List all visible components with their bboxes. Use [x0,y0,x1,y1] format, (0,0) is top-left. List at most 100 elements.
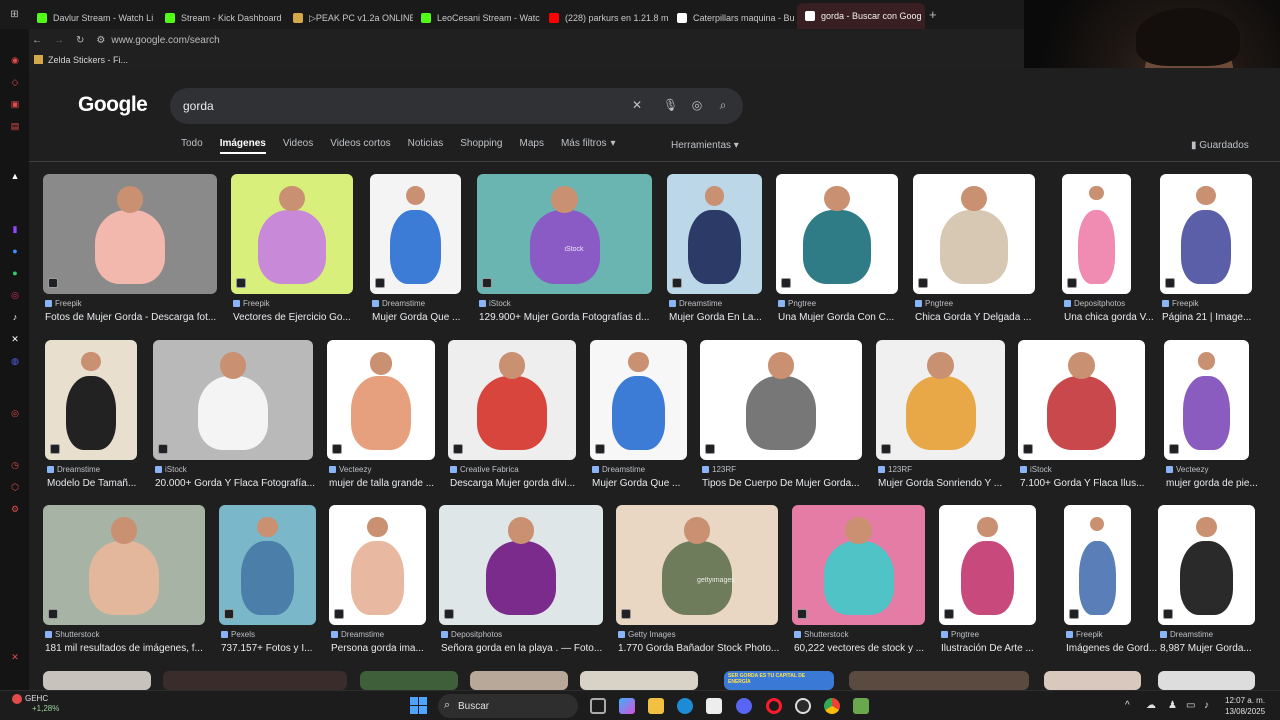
store-icon[interactable] [706,698,722,714]
result-source[interactable]: Freepik [45,299,82,308]
saved-button[interactable]: ▮ Guardados [1191,140,1249,151]
result-caption[interactable]: mujer gorda de pie... [1166,478,1280,489]
result-source[interactable]: Getty Images [618,630,676,639]
file-explorer-icon[interactable] [648,698,664,714]
sidebar-app-icon[interactable]: ◎ [9,407,21,419]
result-source[interactable]: Depositphotos [1064,299,1125,308]
sidebar-app-icon[interactable]: ✕ [9,651,21,663]
result-thumbnail[interactable] [329,505,426,625]
result-caption[interactable]: Modelo De Tamañ... [47,478,167,489]
result-source[interactable]: Creative Fabrica [450,465,519,474]
result-source[interactable]: Dreamstime [372,299,425,308]
result-source[interactable]: iStock [155,465,187,474]
new-tab-button[interactable]: + [929,7,937,22]
result-thumbnail[interactable] [776,174,898,294]
result-caption[interactable]: Una Mujer Gorda Con C... [778,312,900,323]
nav-tab[interactable]: Todo [181,138,203,154]
sidebar-app-icon[interactable]: ◇ [9,76,21,88]
x-icon[interactable]: ✕ [9,333,21,345]
result-caption[interactable]: 1.770 Gorda Bañador Stock Photo... [618,643,780,654]
result-caption[interactable]: 60,222 vectores de stock y ... [794,643,927,654]
edge-icon[interactable] [677,698,693,714]
result-caption[interactable]: Persona gorda ima... [331,643,451,654]
browser-tab[interactable]: ▷PEAK PC v1.2a ONLINE [285,7,413,29]
result-thumbnail[interactable] [700,340,862,460]
image-result[interactable] [470,671,568,690]
minecraft-icon[interactable] [853,698,869,714]
copilot-icon[interactable] [619,698,635,714]
search-icon[interactable]: ⌕ [716,98,730,112]
tray-app-icon[interactable]: ♟ [1168,700,1177,711]
nav-tab[interactable]: Videos cortos [330,138,390,154]
browser-tab[interactable]: (228) parkurs en 1.21.8 m [541,7,669,29]
result-caption[interactable]: Vectores de Ejercicio Go... [233,312,355,323]
result-thumbnail[interactable] [1018,340,1145,460]
result-source[interactable]: Shutterstock [794,630,848,639]
tray-chevron-icon[interactable]: ^ [1125,700,1130,711]
result-thumbnail[interactable] [913,174,1035,294]
result-caption[interactable]: 737.157+ Fotos y I... [221,643,341,654]
image-result[interactable] [580,671,698,690]
windows-start-icon[interactable] [410,697,428,715]
result-caption[interactable]: mujer de talla grande ... [329,478,449,489]
network-icon[interactable]: ▭ [1186,700,1195,711]
result-source[interactable]: Pngtree [941,630,979,639]
nav-tab[interactable]: Videos [283,138,313,154]
messenger-icon[interactable]: ● [9,245,21,257]
instagram-icon[interactable]: ◎ [9,289,21,301]
browser-tab[interactable]: Davlur Stream - Watch Li [29,7,157,29]
nav-tab[interactable]: Más filtros [561,138,607,154]
back-icon[interactable]: ← [32,35,42,46]
result-caption[interactable]: 20.000+ Gorda Y Flaca Fotografía... [155,478,315,489]
opera-icon[interactable] [766,698,782,714]
forward-icon[interactable]: → [54,35,64,46]
result-source[interactable]: Pngtree [778,299,816,308]
sidebar-app-icon[interactable]: ▤ [9,120,21,132]
result-caption[interactable]: 181 mil resultados de imágenes, f... [45,643,207,654]
result-thumbnail[interactable]: gettyimages [616,505,778,625]
google-logo[interactable]: Google [78,93,148,117]
result-caption[interactable]: 8,987 Mujer Gorda... [1160,643,1280,654]
sidebar-app-icon[interactable]: ◷ [9,459,21,471]
result-thumbnail[interactable] [667,174,762,294]
settings-icon[interactable]: ⚙ [9,503,21,515]
browser-tab[interactable]: LeoCesani Stream - Watc [413,7,541,29]
result-thumbnail[interactable] [43,174,217,294]
result-source[interactable]: Freepik [1162,299,1199,308]
result-source[interactable]: Vecteezy [1166,465,1208,474]
site-info-icon[interactable]: ⚙ [96,35,105,46]
result-source[interactable]: Dreamstime [47,465,100,474]
bookmark-zelda[interactable]: Zelda Stickers - Fi... [48,55,128,65]
tiktok-icon[interactable]: ♪ [9,311,21,323]
result-source[interactable]: Dreamstime [592,465,645,474]
result-caption[interactable]: 129.900+ Mujer Gorda Fotografías d... [479,312,654,323]
result-source[interactable]: iStock [1020,465,1052,474]
result-thumbnail[interactable] [876,340,1005,460]
search-query[interactable]: gorda [183,99,214,113]
sidebar-app-icon[interactable]: ▲ [9,170,21,182]
image-result[interactable] [163,671,347,690]
result-thumbnail[interactable] [153,340,313,460]
twitch-icon[interactable]: ▮ [9,223,21,235]
result-caption[interactable]: Mujer Gorda Sonriendo Y ... [878,478,1007,489]
image-result[interactable] [1044,671,1141,690]
result-source[interactable]: Freepik [1066,630,1103,639]
chrome-icon[interactable] [824,698,840,714]
microphone-icon[interactable]: 🎙 [663,98,678,112]
result-source[interactable]: Dreamstime [1160,630,1213,639]
sidebar-app-icon[interactable]: ◉ [9,54,21,66]
result-thumbnail[interactable] [939,505,1036,625]
result-source[interactable]: iStock [479,299,511,308]
image-result[interactable]: SER GORDA ES TU CAPITAL DE ENERGÍA [724,671,834,690]
taskbar-search[interactable]: ⌕ Buscar [438,694,578,718]
result-thumbnail[interactable] [231,174,353,294]
result-source[interactable]: Pngtree [915,299,953,308]
result-thumbnail[interactable] [439,505,603,625]
image-result[interactable] [849,671,1029,690]
result-thumbnail[interactable] [448,340,576,460]
result-caption[interactable]: Descarga Mujer gorda divi... [450,478,578,489]
nav-tab[interactable]: Shopping [460,138,502,154]
result-source[interactable]: Vecteezy [329,465,371,474]
result-thumbnail[interactable] [219,505,316,625]
result-thumbnail[interactable] [370,174,461,294]
